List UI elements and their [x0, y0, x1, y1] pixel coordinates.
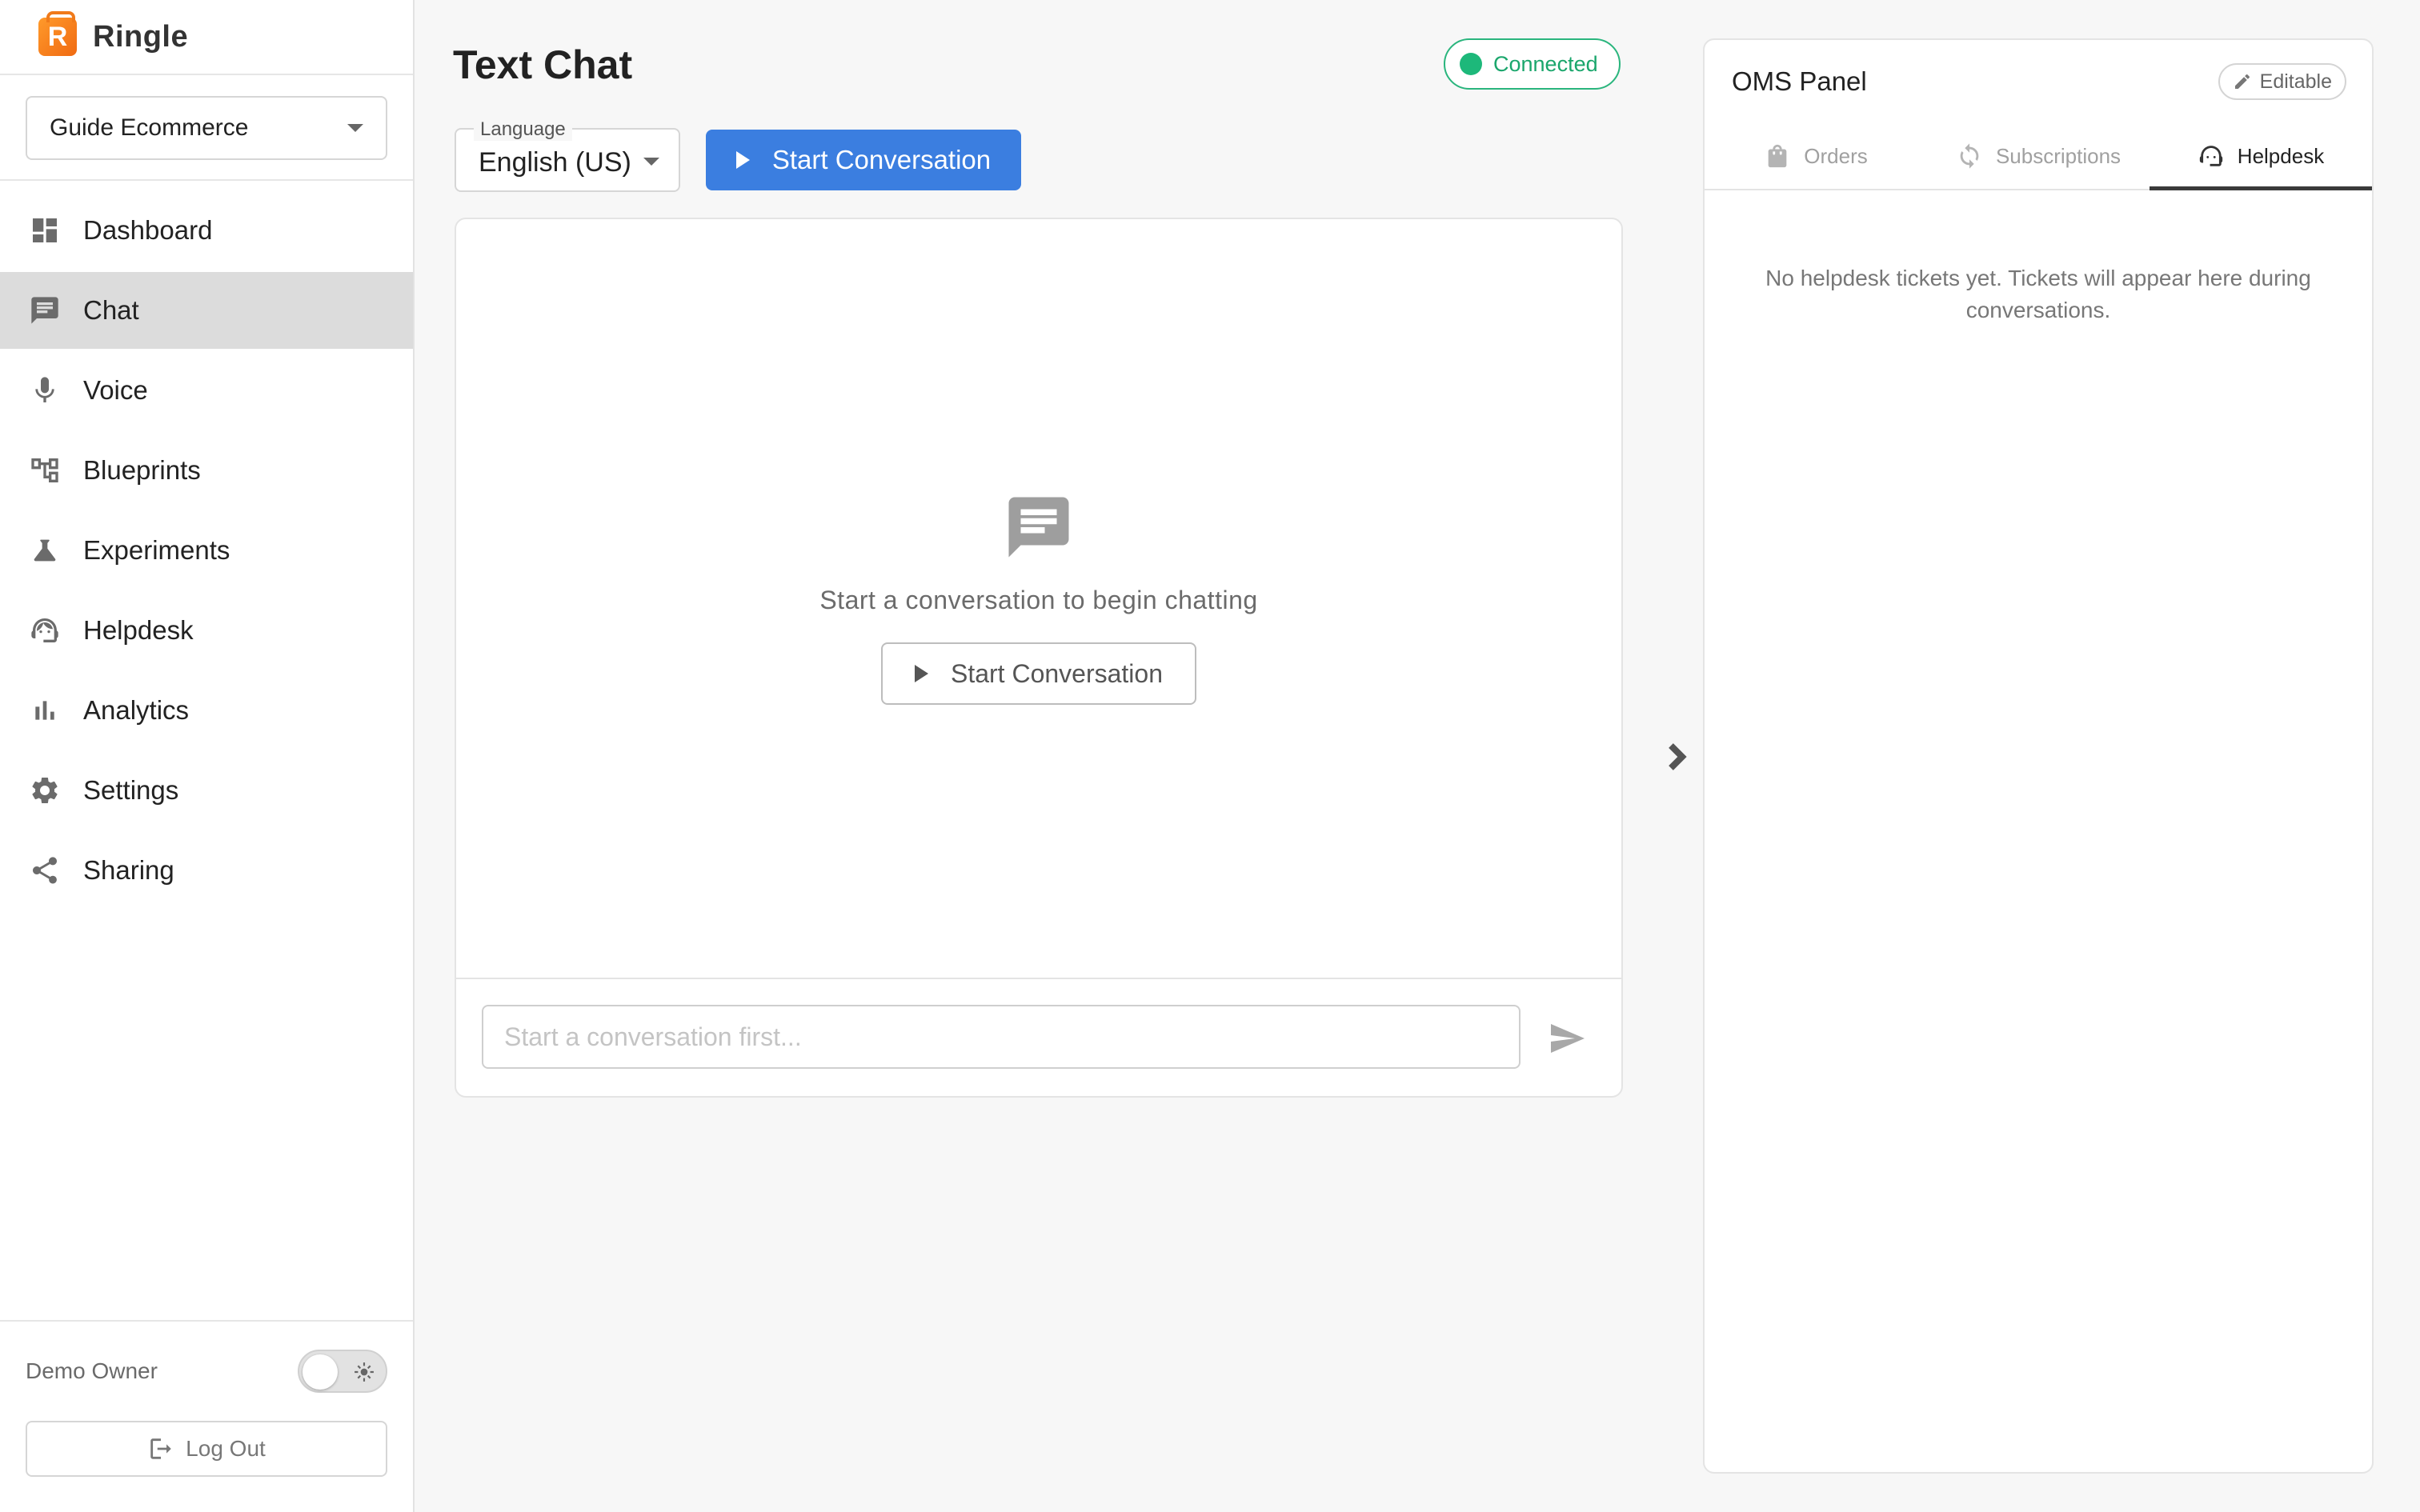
chat-icon: [27, 293, 62, 328]
logout-label: Log Out: [186, 1436, 266, 1461]
sidebar-item-label: Dashboard: [83, 215, 213, 245]
sidebar-item-blueprints[interactable]: Blueprints: [0, 432, 413, 509]
dashboard-icon: [27, 213, 62, 248]
sidebar-item-chat[interactable]: Chat: [0, 272, 413, 349]
language-label: Language: [474, 118, 572, 141]
status-dot-icon: [1460, 53, 1482, 75]
chat-empty-state: Start a conversation to begin chatting S…: [456, 491, 1621, 705]
refresh-icon: [1960, 143, 1979, 169]
sidebar-item-helpdesk[interactable]: Helpdesk: [0, 592, 413, 669]
sidebar-item-label: Helpdesk: [83, 615, 194, 645]
empty-start-conversation-button[interactable]: Start Conversation: [881, 642, 1196, 705]
editable-label: Editable: [2259, 70, 2332, 93]
chat-composer: [456, 978, 1621, 1096]
editable-chip[interactable]: Editable: [2218, 63, 2346, 100]
mic-icon: [27, 373, 62, 408]
sidebar-item-label: Blueprints: [83, 455, 201, 485]
oms-panel: OMS Panel Editable Orders Subscriptions …: [1703, 38, 2374, 1474]
owner-name: Demo Owner: [26, 1358, 158, 1383]
sidebar-item-voice[interactable]: Voice: [0, 352, 413, 429]
chevron-down-icon: [347, 124, 363, 132]
chevron-down-icon: [643, 158, 659, 166]
bar-chart-icon: [27, 693, 62, 728]
play-icon: [735, 151, 750, 169]
start-conversation-label: Start Conversation: [771, 145, 992, 174]
chat-bubble-icon: [1003, 491, 1075, 563]
headset-icon: [2199, 146, 2222, 166]
tab-orders-label: Orders: [1804, 143, 1868, 168]
message-input[interactable]: [482, 1005, 1521, 1069]
chat-card: Start a conversation to begin chatting S…: [455, 218, 1623, 1098]
bag-icon: [1768, 144, 1787, 168]
theme-toggle[interactable]: [298, 1350, 387, 1393]
toggle-knob: [302, 1354, 338, 1390]
sidebar-nav: Dashboard Chat Voice Blueprints Experime…: [0, 181, 413, 909]
sidebar-item-sharing[interactable]: Sharing: [0, 832, 413, 909]
sidebar-footer: Demo Owner Log Out: [0, 1320, 413, 1512]
workspace-select[interactable]: Guide Ecommerce: [26, 96, 387, 160]
play-icon: [914, 665, 928, 682]
pencil-icon: [2234, 74, 2250, 89]
sidebar-item-label: Sharing: [83, 855, 174, 885]
headset-icon: [27, 613, 62, 648]
blueprint-icon: [27, 453, 62, 488]
sidebar-item-dashboard[interactable]: Dashboard: [0, 192, 413, 269]
language-value: English (US): [479, 147, 631, 178]
sun-icon: [354, 1362, 375, 1382]
page-title: Text Chat: [453, 42, 633, 87]
status-label: Connected: [1493, 51, 1598, 76]
logout-icon: [150, 1438, 171, 1459]
oms-title: OMS Panel: [1732, 66, 1867, 96]
sidebar-item-label: Settings: [83, 775, 179, 805]
empty-start-conversation-label: Start Conversation: [950, 658, 1163, 688]
brand-logo-icon: R: [38, 11, 77, 56]
sidebar-item-experiments[interactable]: Experiments: [0, 512, 413, 589]
sidebar-item-label: Experiments: [83, 535, 230, 565]
tab-subscriptions-label: Subscriptions: [1995, 143, 2122, 168]
tab-helpdesk-label: Helpdesk: [2237, 143, 2325, 168]
sidebar-item-label: Analytics: [83, 695, 190, 725]
share-icon: [27, 853, 62, 888]
sidebar-item-settings[interactable]: Settings: [0, 752, 413, 829]
flask-icon: [27, 533, 62, 568]
gear-icon: [27, 773, 62, 808]
sidebar: R Ringle Guide Ecommerce Dashboard Chat …: [0, 0, 415, 1512]
oms-empty-text: No helpdesk tickets yet. Tickets will ap…: [1765, 266, 2311, 322]
tab-subscriptions[interactable]: Subscriptions: [1927, 123, 2150, 189]
start-conversation-button[interactable]: Start Conversation: [706, 130, 1021, 190]
tab-orders[interactable]: Orders: [1705, 123, 1927, 189]
workspace-select-value: Guide Ecommerce: [50, 114, 249, 141]
chevron-right-icon[interactable]: [1665, 741, 1689, 773]
oms-tabs: Orders Subscriptions Helpdesk: [1705, 123, 2372, 190]
language-select[interactable]: Language English (US): [455, 118, 680, 192]
tab-helpdesk[interactable]: Helpdesk: [2150, 123, 2372, 190]
oms-header: OMS Panel Editable: [1705, 40, 2372, 123]
brand-name: Ringle: [93, 19, 189, 54]
workspace-section: Guide Ecommerce: [0, 75, 413, 181]
sidebar-item-label: Voice: [83, 375, 148, 405]
brand[interactable]: R Ringle: [0, 0, 413, 75]
owner-row: Demo Owner: [26, 1322, 387, 1421]
send-icon[interactable]: [1548, 1019, 1586, 1058]
chat-empty-text: Start a conversation to begin chatting: [819, 586, 1258, 614]
sidebar-item-label: Chat: [83, 295, 139, 325]
sidebar-item-analytics[interactable]: Analytics: [0, 672, 413, 749]
status-badge: Connected: [1444, 38, 1621, 90]
logout-button[interactable]: Log Out: [26, 1421, 387, 1477]
